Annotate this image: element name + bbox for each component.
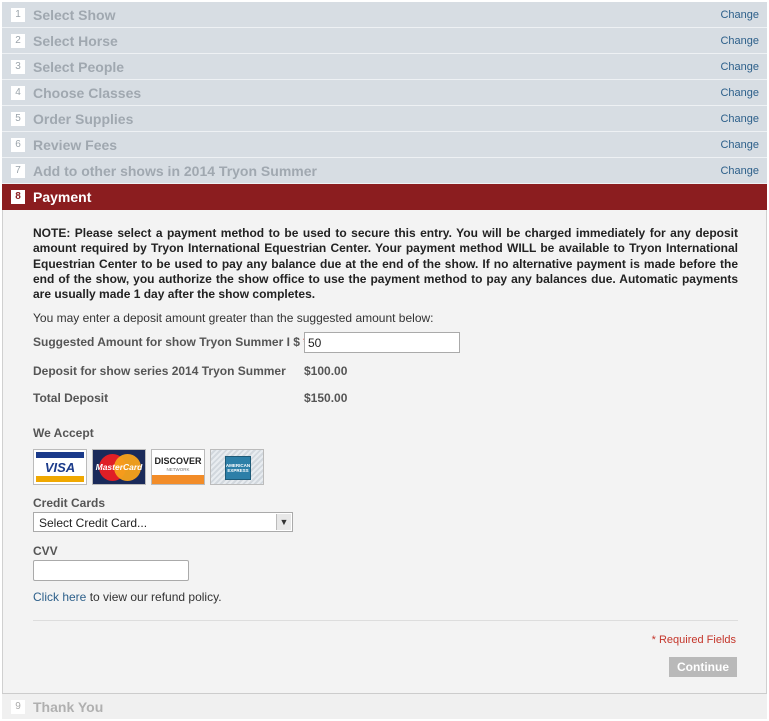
chevron-down-icon[interactable]: ▼ (276, 514, 291, 530)
step-label: Select Horse (33, 32, 118, 49)
visa-card-icon: VISA (33, 449, 87, 485)
step-label: Review Fees (33, 136, 118, 153)
credit-cards-label: Credit Cards (33, 496, 106, 510)
change-link[interactable]: Change (720, 113, 759, 125)
amex-text: AMERICAN EXPRESS (225, 463, 251, 473)
accepted-cards: VISA MasterCard DISCOVER NETWORK AMERICA… (33, 449, 264, 485)
discover-text: DISCOVER (154, 456, 202, 466)
suggested-amount-text: Suggested Amount for show Tryon Summer I… (33, 335, 300, 349)
credit-card-select[interactable]: Select Credit Card... ▼ (33, 512, 293, 532)
step-select-show: 1 Select Show Change (2, 2, 767, 28)
payment-note: NOTE: Please select a payment method to … (33, 226, 738, 302)
step-add-other-shows: 7 Add to other shows in 2014 Tryon Summe… (2, 158, 767, 184)
suggested-amount-input[interactable] (304, 332, 460, 353)
mastercard-text: MasterCard (95, 462, 143, 472)
step-review-fees: 6 Review Fees Change (2, 132, 767, 158)
change-link[interactable]: Change (720, 9, 759, 21)
cvv-input[interactable] (33, 560, 189, 581)
step-label: Select People (33, 58, 125, 75)
refund-policy-suffix: to view our refund policy. (86, 590, 222, 604)
mastercard-icon: MasterCard (92, 449, 146, 485)
total-deposit-label: Total Deposit (33, 391, 109, 405)
step-choose-classes: 4 Choose Classes Change (2, 80, 767, 106)
step-number: 6 (11, 137, 25, 152)
we-accept-label: We Accept (33, 426, 94, 440)
step-thank-you: 9 Thank You (2, 693, 767, 719)
divider (33, 620, 738, 621)
change-link[interactable]: Change (720, 139, 759, 151)
step-label: Add to other shows in 2014 Tryon Summer (33, 162, 317, 179)
step-label: Order Supplies (33, 110, 134, 127)
step-select-people: 3 Select People Change (2, 54, 767, 80)
change-link[interactable]: Change (720, 165, 759, 177)
wizard-steps: 1 Select Show Change 2 Select Horse Chan… (2, 2, 767, 184)
step-number: 4 (11, 85, 25, 100)
cvv-label: CVV (33, 544, 58, 558)
step-label: Select Show (33, 6, 116, 23)
visa-text: VISA (44, 460, 76, 475)
amex-card-icon: AMERICAN EXPRESS (210, 449, 264, 485)
discover-card-icon: DISCOVER NETWORK (151, 449, 205, 485)
change-link[interactable]: Change (720, 87, 759, 99)
credit-card-select-value: Select Credit Card... (39, 516, 148, 530)
series-deposit-label: Deposit for show series 2014 Tryon Summe… (33, 364, 286, 378)
change-link[interactable]: Change (720, 35, 759, 47)
step-number: 3 (11, 59, 25, 74)
step-label: Thank You (33, 698, 104, 715)
discover-subtext: NETWORK (166, 467, 190, 472)
refund-policy-text: Click here to view our refund policy. (33, 590, 222, 604)
step-payment-header: 8 Payment (2, 184, 767, 210)
step-number: 1 (11, 7, 25, 22)
step-number: 9 (11, 699, 25, 714)
step-label: Payment (33, 189, 92, 205)
step-number: 7 (11, 163, 25, 178)
change-link[interactable]: Change (720, 61, 759, 73)
total-deposit-value: $150.00 (304, 391, 348, 405)
required-fields-note: * Required Fields (651, 634, 736, 646)
series-deposit-value: $100.00 (304, 364, 348, 378)
suggested-amount-label: Suggested Amount for show Tryon Summer I… (33, 335, 308, 349)
deposit-intro: You may enter a deposit amount greater t… (33, 311, 434, 325)
step-select-horse: 2 Select Horse Change (2, 28, 767, 54)
step-label: Choose Classes (33, 84, 142, 101)
step-order-supplies: 5 Order Supplies Change (2, 106, 767, 132)
continue-button[interactable]: Continue (669, 657, 737, 677)
step-number: 2 (11, 33, 25, 48)
payment-panel: NOTE: Please select a payment method to … (2, 210, 767, 693)
step-number: 5 (11, 111, 25, 126)
step-number: 8 (11, 190, 25, 204)
refund-policy-link[interactable]: Click here (33, 590, 86, 604)
